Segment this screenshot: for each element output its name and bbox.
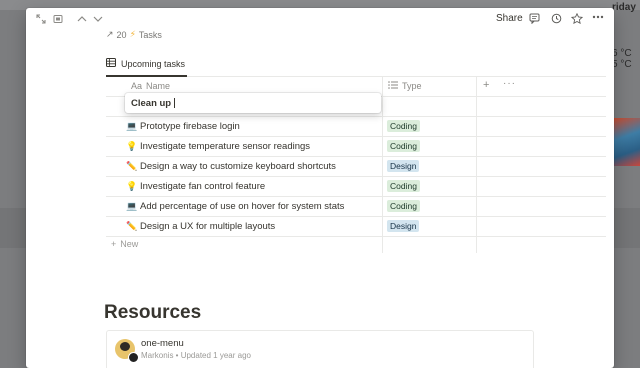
new-row-label: New [120, 239, 139, 249]
type-tag[interactable]: Coding [387, 200, 420, 212]
modal-topbar: Share [26, 8, 614, 30]
share-button[interactable]: Share [496, 13, 523, 24]
repository-card[interactable]: one-menu Markonis • Updated 1 year ago [106, 330, 534, 368]
relation-breadcrumb[interactable]: ↗ 20 ⚡ Tasks [106, 29, 162, 40]
tab-upcoming-tasks[interactable]: Upcoming tasks [106, 52, 188, 77]
history-icon[interactable] [551, 13, 562, 24]
type-tag[interactable]: Coding [387, 140, 420, 152]
chevron-up-icon[interactable] [77, 15, 87, 23]
laptop-icon: 💻 [126, 121, 138, 131]
more-options-icon[interactable] [592, 15, 604, 19]
pencil-icon: ✏️ [126, 161, 138, 171]
task-name[interactable]: Investigate fan control feature [140, 181, 265, 192]
background-image [612, 118, 640, 166]
expand-icon[interactable] [36, 14, 46, 24]
task-name[interactable]: Prototype firebase login [140, 121, 240, 132]
table-row-editing: Clean up [106, 93, 606, 117]
task-name[interactable]: Design a way to customize keyboard short… [140, 161, 336, 172]
card-title[interactable]: one-menu [141, 338, 184, 349]
type-tag[interactable]: Coding [387, 180, 420, 192]
card-subtitle: Markonis • Updated 1 year ago [141, 351, 251, 360]
type-column-label: Type [402, 81, 422, 91]
task-name[interactable]: Add percentage of use on hover for syste… [140, 201, 344, 212]
github-icon [128, 352, 139, 363]
name-column-label: Name [146, 81, 171, 91]
type-tag[interactable]: Coding [387, 120, 420, 132]
type-column-header[interactable]: Type [388, 76, 422, 96]
type-tag[interactable]: Design [387, 160, 420, 172]
breadcrumb-label: Tasks [138, 29, 162, 40]
task-name[interactable]: Investigate temperature sensor readings [140, 141, 310, 152]
text-property-icon: Aa [131, 81, 143, 91]
arrow-up-right-icon: ↗ [106, 29, 114, 39]
table-row[interactable]: 💻 Prototype firebase login Coding [106, 116, 606, 137]
resources-heading: Resources [104, 302, 202, 323]
table-view-icon [106, 58, 116, 69]
page-modal: Share ↗ 20 ⚡ Tasks Upcoming tasks Aa Nam… [26, 8, 614, 368]
favorite-star-icon[interactable] [571, 13, 583, 24]
comment-icon[interactable] [529, 13, 540, 24]
type-tag[interactable]: Design [387, 220, 420, 232]
lightning-icon: ⚡ [129, 29, 136, 39]
table-row[interactable]: 💡 Investigate temperature sensor readings… [106, 136, 606, 157]
open-as-page-icon[interactable] [53, 14, 63, 24]
table-row[interactable]: ✏️ Design a UX for multiple layouts Desig… [106, 216, 606, 237]
table-row[interactable]: ✏️ Design a way to customize keyboard sho… [106, 156, 606, 177]
edit-input-value: Clean up [131, 97, 172, 109]
laptop-icon: 💻 [126, 201, 138, 211]
background-temperature-1: 6 °C [612, 48, 632, 59]
tab-label: Upcoming tasks [121, 58, 186, 69]
view-tabs: Upcoming tasks [106, 52, 606, 77]
more-properties-icon[interactable]: ··· [503, 78, 516, 89]
table-row[interactable]: 💡 Investigate fan control feature Coding [106, 176, 606, 197]
breadcrumb-count: 20 [116, 29, 127, 40]
text-caret [174, 98, 176, 108]
lightbulb-icon: 💡 [126, 141, 138, 151]
table-row[interactable]: 💻 Add percentage of use on hover for syst… [106, 196, 606, 217]
lightbulb-icon: 💡 [126, 181, 138, 191]
new-row-button[interactable]: + New [111, 239, 138, 249]
add-property-icon[interactable]: + [483, 79, 489, 91]
pencil-icon: ✏️ [126, 221, 138, 231]
name-edit-input[interactable]: Clean up [125, 93, 381, 113]
task-name[interactable]: Design a UX for multiple layouts [140, 221, 275, 232]
chevron-down-icon[interactable] [93, 15, 103, 23]
plus-icon: + [111, 239, 117, 249]
background-temperature-2: 5 °C [612, 59, 632, 70]
list-property-icon [388, 81, 398, 91]
background-day-label: riday [612, 2, 636, 13]
